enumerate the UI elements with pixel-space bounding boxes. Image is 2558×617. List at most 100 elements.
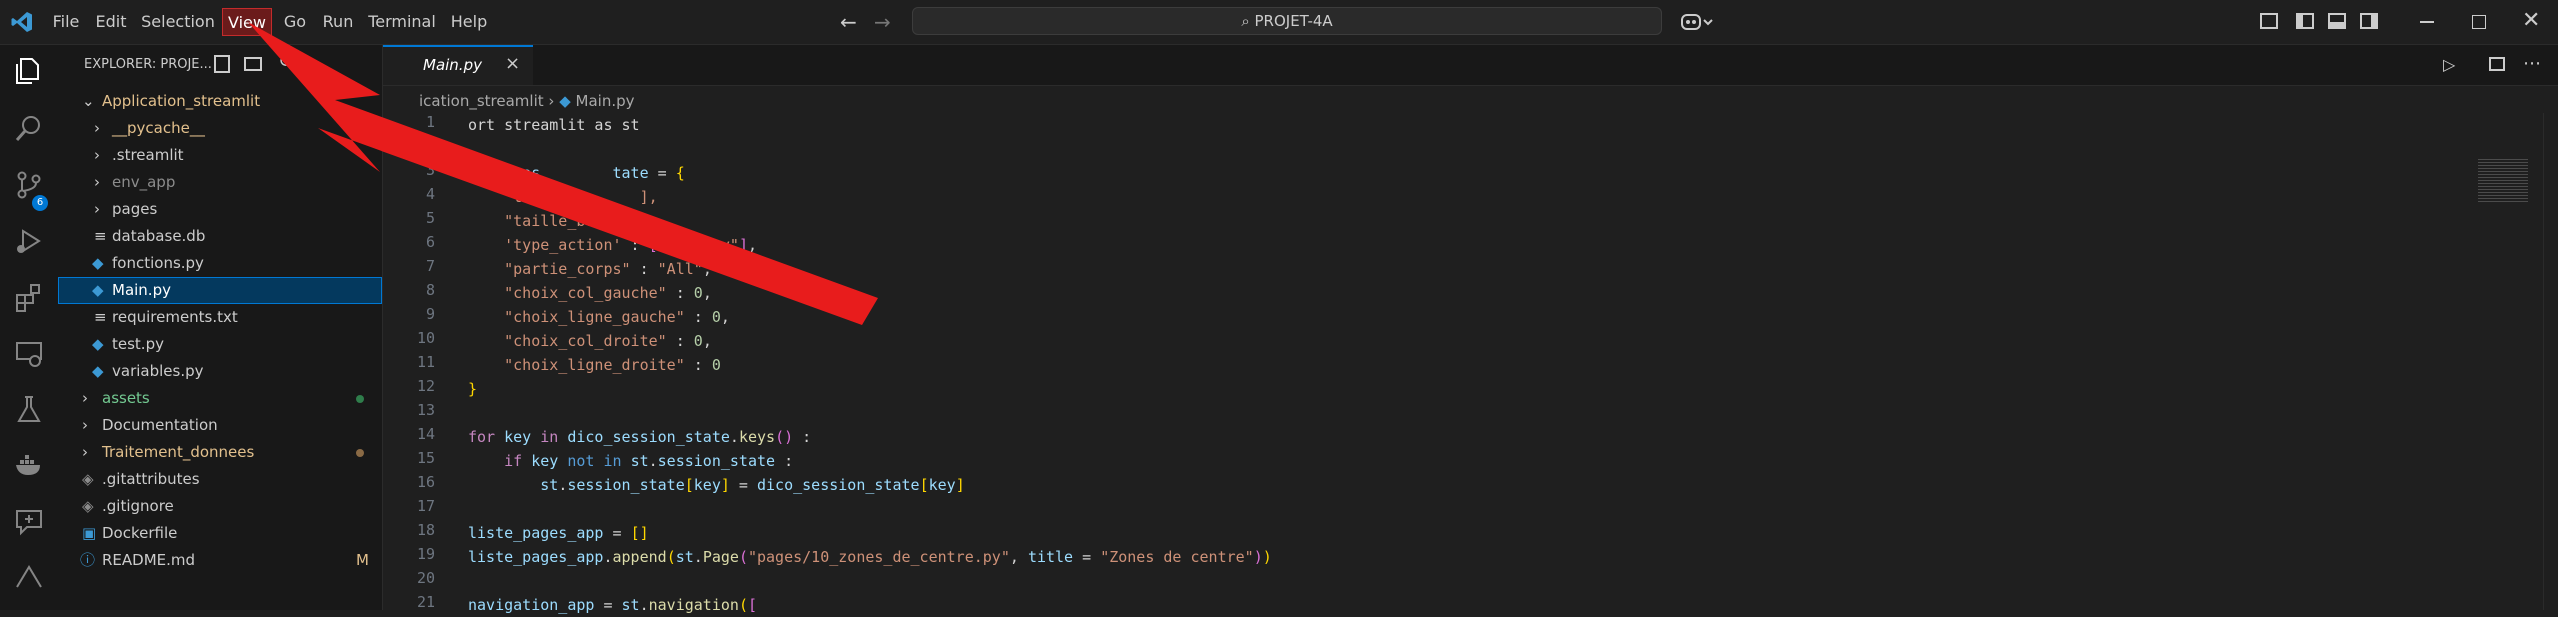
more-actions-icon[interactable]: ⋯ (2523, 53, 2541, 74)
python-icon: ◆ (92, 362, 104, 380)
tree-file-fonctions[interactable]: ◆ fonctions.py (58, 250, 382, 277)
tree-file-variables[interactable]: ◆ variables.py (58, 358, 382, 385)
chevron-right-icon: › (94, 119, 100, 137)
docker-icon[interactable] (13, 449, 45, 481)
line-number: 17 (416, 497, 435, 515)
command-center-search[interactable]: ⌕ PROJET-4A (912, 7, 1662, 35)
menu-go[interactable]: Go (278, 8, 312, 36)
restore-icon[interactable] (2472, 15, 2486, 29)
python-icon: ◆ (559, 92, 571, 110)
minimap-content (2478, 159, 2528, 204)
line-number: 9 (425, 305, 435, 323)
run-debug-icon[interactable] (13, 225, 45, 257)
breadcrumb-file[interactable]: Main.py (576, 92, 635, 110)
line-number: 7 (425, 257, 435, 275)
modified-badge: M (356, 551, 369, 569)
menu-view[interactable]: View (222, 8, 272, 36)
remote-explorer-icon[interactable] (13, 337, 45, 369)
new-folder-icon[interactable] (244, 57, 262, 71)
chevron-right-icon: › (94, 200, 100, 218)
docker-file-icon: ▣ (82, 524, 97, 542)
copilot-icon[interactable] (1680, 11, 1714, 33)
code-line: "choix_col_droite" : 0, (504, 332, 712, 350)
chevron-right-icon: › (82, 416, 88, 434)
account-icon[interactable] (13, 561, 45, 593)
toggle-primary-sidebar-icon[interactable] (2296, 13, 2314, 29)
tree-folder-streamlit[interactable]: › .streamlit (58, 142, 382, 169)
code-editor[interactable]: 1 2 3 4 5 6 7 8 9 10 11 12 13 14 15 16 1… (383, 113, 2433, 614)
tree-folder-documentation[interactable]: › Documentation (58, 412, 382, 439)
breadcrumb: ication_streamlit › ◆ Main.py (419, 92, 635, 110)
code-line: liste_pages_app = [] (468, 524, 649, 542)
line-number: 15 (416, 449, 435, 467)
code-line: "taille_ ], (504, 188, 658, 206)
run-python-icon[interactable]: ▷ (2443, 55, 2455, 74)
line-number: 20 (416, 569, 435, 587)
python-icon: ◆ (92, 254, 104, 272)
chevron-right-icon: › (94, 146, 100, 164)
minimap[interactable] (2433, 113, 2543, 610)
explorer-icon[interactable] (13, 55, 45, 87)
vertical-scrollbar[interactable] (2543, 113, 2558, 610)
minimize-icon[interactable] (2420, 21, 2434, 23)
close-window-icon[interactable]: ✕ (2522, 8, 2540, 33)
menu-terminal[interactable]: Terminal (364, 8, 440, 36)
back-arrow-icon[interactable]: ← (840, 10, 857, 34)
tree-file-dockerfile[interactable]: ▣ Dockerfile (58, 520, 382, 547)
line-number: 14 (416, 425, 435, 443)
line-number: 5 (425, 209, 435, 227)
breadcrumb-separator-icon: › (548, 92, 560, 110)
tree-folder-pages[interactable]: › pages (58, 196, 382, 223)
chevron-right-icon: › (82, 443, 88, 461)
line-number: 13 (416, 401, 435, 419)
code-line: navigation_app = st.navigation([ (468, 596, 757, 614)
line-number: 10 (416, 329, 435, 347)
line-number: 18 (416, 521, 435, 539)
toggle-secondary-sidebar-icon[interactable] (2360, 13, 2378, 29)
title-bar: File Edit Selection View Go Run Terminal… (0, 0, 2558, 45)
tree-folder-pycache[interactable]: › __pycache__ (58, 115, 382, 142)
tree-file-requirements[interactable]: ≡ requirements.txt (58, 304, 382, 331)
forward-arrow-icon[interactable]: → (874, 10, 891, 34)
tree-folder-traitement-donnees[interactable]: › Traitement_donnees (58, 439, 382, 466)
tree-file-main[interactable]: ◆ Main.py (58, 277, 382, 304)
tree-file-database[interactable]: ≡ database.db (58, 223, 382, 250)
code-line: ort streamlit as st (468, 116, 640, 134)
menu-edit[interactable]: Edit (92, 8, 130, 36)
testing-icon[interactable] (13, 393, 45, 425)
toggle-panel-icon[interactable] (2328, 13, 2346, 29)
new-file-icon[interactable] (214, 55, 230, 73)
menu-file[interactable]: File (48, 8, 84, 36)
chevron-right-icon: › (82, 389, 88, 407)
tree-file-gitignore[interactable]: ◈ .gitignore (58, 493, 382, 520)
untracked-dot-icon (356, 395, 364, 403)
menu-selection[interactable]: Selection (138, 8, 218, 36)
line-number: 1 (425, 113, 435, 131)
menu-run[interactable]: Run (318, 8, 358, 36)
customize-layout-icon[interactable] (2260, 13, 2278, 29)
activity-bar: 6 (0, 45, 59, 610)
tree-folder-assets[interactable]: › assets (58, 385, 382, 412)
git-icon: ◈ (82, 470, 94, 488)
refresh-icon[interactable]: ↻ (278, 51, 293, 72)
source-control-badge: 6 (32, 195, 48, 211)
tree-file-readme[interactable]: ⓘ README.md M (58, 547, 382, 574)
code-line: "partie_corps" : "All", (504, 260, 712, 278)
breadcrumb-folder[interactable]: ication_streamlit (419, 92, 544, 110)
tree-folder-application-streamlit[interactable]: ⌄ Application_streamlit (58, 88, 382, 115)
search-text: PROJET-4A (1254, 12, 1333, 30)
line-number: 3 (425, 161, 435, 179)
tree-file-gitattributes[interactable]: ◈ .gitattributes (58, 466, 382, 493)
tab-bar (383, 45, 2558, 86)
extensions-icon[interactable] (13, 281, 45, 313)
close-tab-icon[interactable]: × (505, 53, 520, 74)
tree-file-test[interactable]: ◆ test.py (58, 331, 382, 358)
tree-folder-env-app[interactable]: › env_app (58, 169, 382, 196)
search-activity-icon[interactable] (13, 113, 45, 145)
menu-help[interactable]: Help (446, 8, 492, 36)
line-number: 6 (425, 233, 435, 251)
chat-icon[interactable] (13, 505, 45, 537)
split-editor-icon[interactable] (2489, 57, 2505, 71)
search-icon: ⌕ (1241, 12, 1250, 30)
tab-main-py[interactable]: Main.py × (383, 45, 533, 85)
